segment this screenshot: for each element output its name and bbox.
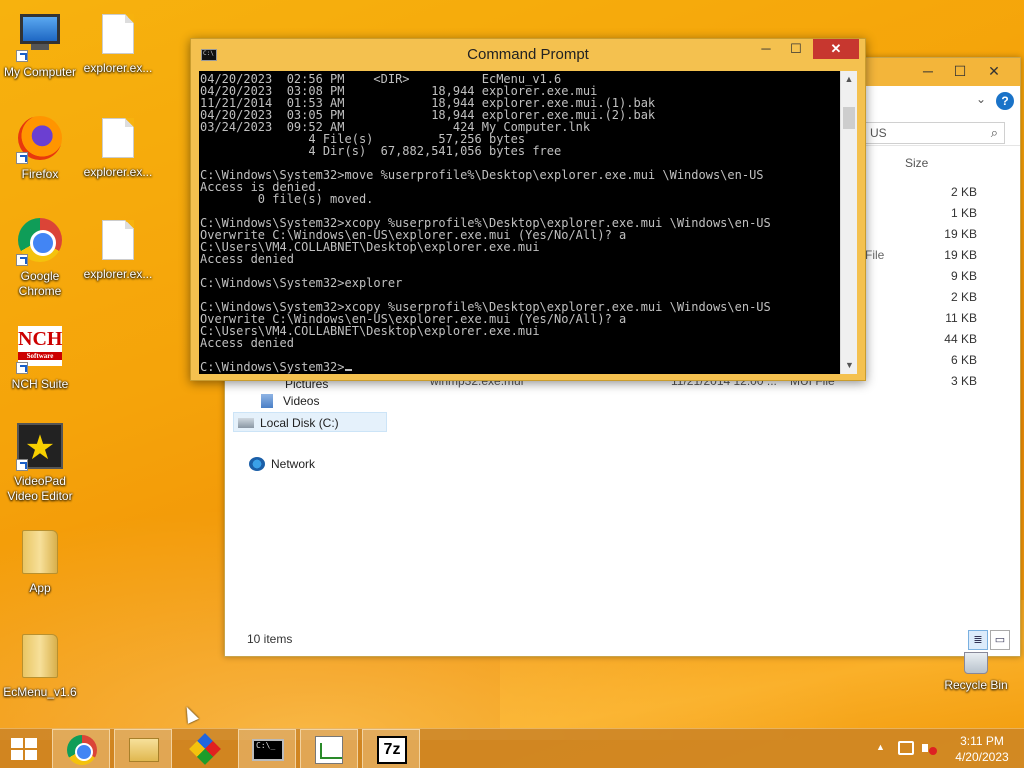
clock-time: 3:11 PM xyxy=(960,734,1004,748)
search-icon[interactable]: ⌕ xyxy=(991,125,998,141)
table-row[interactable]: 44 KB xyxy=(865,331,977,352)
scrollbar-thumb[interactable] xyxy=(843,107,855,129)
folder-icon xyxy=(16,634,64,682)
taskbar-clock[interactable]: 3:11 PM 4/20/2023 xyxy=(950,733,1014,765)
desktop-icon-label: NCH Suite xyxy=(11,377,69,391)
desktop-icon-recycle-bin[interactable]: Recycle Bin xyxy=(940,652,1012,692)
document-icon xyxy=(94,10,142,58)
column-header-size[interactable]: Size xyxy=(905,156,928,170)
editor-icon xyxy=(315,736,343,764)
desktop-icon-label: explorer.ex... xyxy=(83,61,153,75)
cmd-maximize-button[interactable]: ☐ xyxy=(783,39,809,59)
desktop-icon-label: App xyxy=(29,581,51,595)
taskbar-pinned-app-button[interactable] xyxy=(176,729,234,768)
table-row[interactable]: 19 KB xyxy=(865,226,977,247)
explorer-maximize-button[interactable]: ☐ xyxy=(943,60,977,82)
chrome-icon xyxy=(67,735,97,765)
pinwheel-app-icon xyxy=(189,733,221,765)
desktop-icon-label: explorer.ex... xyxy=(83,267,153,281)
document-icon xyxy=(94,114,142,162)
desktop-icon-explorer-file-3[interactable]: explorer.ex... xyxy=(78,216,158,282)
clock-date: 4/20/2023 xyxy=(955,750,1009,764)
table-row[interactable]: 6 KB xyxy=(865,352,977,373)
taskbar-chrome-button[interactable] xyxy=(52,729,110,768)
network-icon xyxy=(249,457,265,471)
status-item-count: 10 items xyxy=(247,632,293,646)
videopad-icon: ★ xyxy=(16,423,64,471)
command-prompt-window[interactable]: C:\ Command Prompt ─ ☐ ✕ 04/20/2023 02:5… xyxy=(190,38,866,381)
desktop-icon-ecmenu-folder[interactable]: EcMenu_v1.6 xyxy=(0,632,80,700)
desktop-icon-google-chrome[interactable]: Google Chrome xyxy=(0,216,80,299)
cmd-scrollbar[interactable]: ▲ ▼ xyxy=(840,71,857,374)
table-row[interactable]: File 19 KB xyxy=(865,247,977,268)
desktop-icon-label: explorer.ex... xyxy=(83,165,153,179)
7zip-icon: 7z xyxy=(377,736,407,764)
nch-icon: NCH Software xyxy=(16,326,64,374)
scroll-down-icon[interactable]: ▼ xyxy=(841,357,858,374)
file-size-column: 2 KB 1 KB 19 KB File 19 KB 9 KB 2 KB 11 K… xyxy=(865,184,977,394)
explorer-close-button[interactable]: ✕ xyxy=(977,60,1011,82)
table-row[interactable]: 1 KB xyxy=(865,205,977,226)
details-view-icon[interactable]: ≣ xyxy=(968,630,988,650)
desktop-icon-my-computer[interactable]: My Computer xyxy=(0,10,80,80)
desktop-icon-explorer-file-1[interactable]: explorer.ex... xyxy=(78,10,158,76)
folder-icon xyxy=(129,738,159,762)
table-row[interactable]: 2 KB xyxy=(865,289,977,310)
desktop-icon-nch-suite[interactable]: NCH Software NCH Suite xyxy=(0,322,80,392)
nav-item-local-disk[interactable]: Local Disk (C:) xyxy=(233,412,387,432)
tray-show-hidden-icon[interactable]: ▲ xyxy=(876,742,885,768)
desktop-icon-label: VideoPad Video Editor xyxy=(7,474,73,503)
taskbar: C:\_ 7z ▲ 3:11 PM 4/20/2023 xyxy=(0,728,1024,768)
cmd-console-output[interactable]: 04/20/2023 02:56 PM <DIR> EcMenu_v1.6 04… xyxy=(199,71,849,374)
scroll-up-icon[interactable]: ▲ xyxy=(841,71,857,88)
document-icon xyxy=(94,216,142,264)
thumbnail-view-icon[interactable]: ▭ xyxy=(990,630,1010,650)
taskbar-editor-button[interactable] xyxy=(300,729,358,768)
start-button[interactable] xyxy=(0,729,48,768)
desktop-icon-label: Firefox xyxy=(21,167,59,181)
chevron-down-icon[interactable]: ⌄ xyxy=(976,92,986,106)
mouse-pointer-icon xyxy=(181,704,199,724)
table-row[interactable]: 9 KB xyxy=(865,268,977,289)
desktop-icon-app-folder[interactable]: App xyxy=(0,528,80,596)
table-row[interactable]: 11 KB xyxy=(865,310,977,331)
cmd-titlebar[interactable]: C:\ Command Prompt ─ ☐ ✕ xyxy=(191,39,865,71)
table-row[interactable]: 2 KB xyxy=(865,184,977,205)
cmd-close-button[interactable]: ✕ xyxy=(813,39,859,59)
cmd-minimize-button[interactable]: ─ xyxy=(753,39,779,59)
explorer-minimize-button[interactable]: ─ xyxy=(911,60,945,82)
desktop-icon-firefox[interactable]: Firefox xyxy=(0,114,80,182)
videos-icon xyxy=(261,394,273,408)
desktop-icon-label: EcMenu_v1.6 xyxy=(3,685,77,699)
folder-icon xyxy=(16,530,64,578)
windows-logo-icon xyxy=(11,738,37,760)
desktop-icon-videopad[interactable]: ★ VideoPad Video Editor xyxy=(0,422,80,504)
cmd-icon: C:\_ xyxy=(252,739,284,761)
computer-icon xyxy=(16,14,64,62)
nav-item-videos[interactable]: Videos xyxy=(257,391,319,411)
desktop-icon-label: My Computer xyxy=(3,65,77,79)
network-tray-icon[interactable] xyxy=(898,741,914,755)
help-icon[interactable]: ? xyxy=(996,92,1014,110)
recycle-bin-icon xyxy=(964,652,988,674)
nav-item-network[interactable]: Network xyxy=(245,454,315,474)
taskbar-cmd-button[interactable]: C:\_ xyxy=(238,729,296,768)
taskbar-file-explorer-button[interactable] xyxy=(114,729,172,768)
desktop-icon-label: Google Chrome xyxy=(18,269,62,298)
volume-muted-icon[interactable] xyxy=(922,741,937,757)
chrome-icon xyxy=(16,218,64,266)
search-input[interactable]: US ⌕ xyxy=(865,122,1005,144)
desktop-icon-explorer-file-2[interactable]: explorer.ex... xyxy=(78,114,158,180)
table-row[interactable]: 3 KB xyxy=(865,373,977,394)
text-cursor xyxy=(344,369,352,371)
console-text: 04/20/2023 02:56 PM <DIR> EcMenu_v1.6 04… xyxy=(200,72,771,374)
taskbar-7zip-button[interactable]: 7z xyxy=(362,729,420,768)
drive-icon xyxy=(238,418,254,428)
firefox-icon xyxy=(16,116,64,164)
